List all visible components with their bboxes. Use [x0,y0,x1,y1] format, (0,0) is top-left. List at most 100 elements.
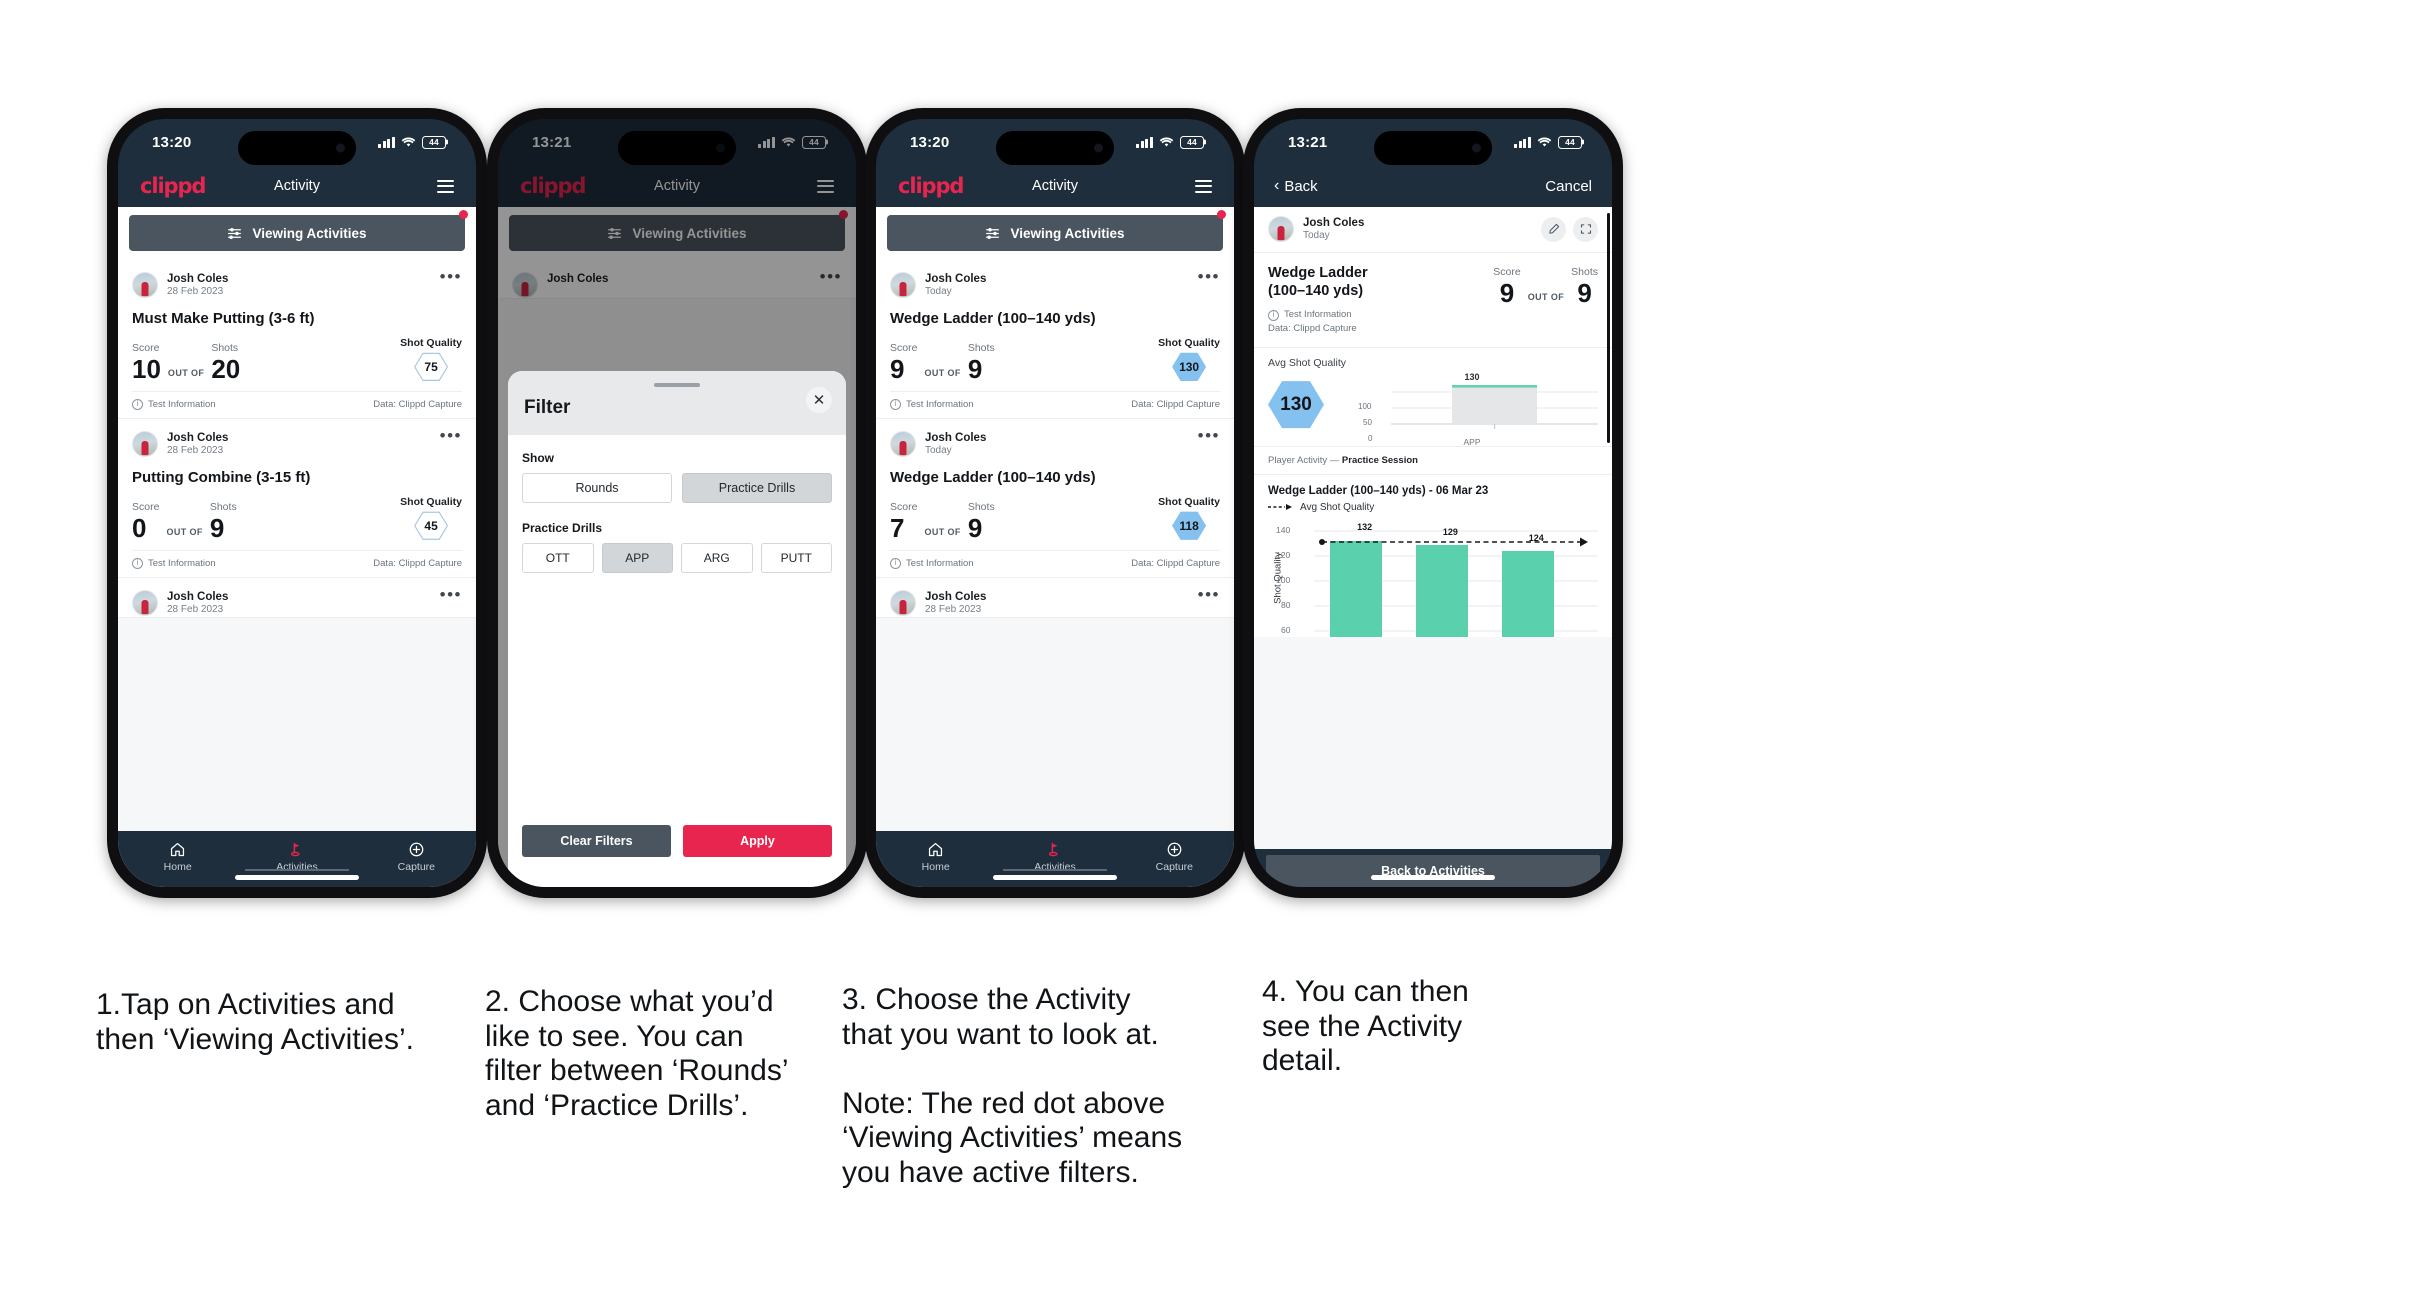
card-overflow-menu-icon[interactable]: ••• [1198,268,1220,285]
card-overflow-menu-icon[interactable]: ••• [1198,427,1220,444]
wifi-icon [1159,137,1174,147]
shot-quality-label: Shot Quality [400,336,462,349]
card-user-name: Josh Coles [925,590,987,603]
menu-icon[interactable] [437,179,454,193]
filter-bar: Viewing Activities [118,207,476,260]
page-title: Activity [1032,178,1078,194]
card-overflow-menu-icon[interactable]: ••• [440,268,462,285]
tab-home[interactable]: Home [118,841,237,873]
page-title: Activity [274,178,320,194]
show-option-practice-drills[interactable]: Practice Drills [682,473,832,503]
data-source-label: Data: Clippd Capture [1268,323,1357,335]
pencil-icon[interactable] [1541,216,1566,242]
card-overflow-menu-icon[interactable]: ••• [440,427,462,444]
phone-activity-detail: 13:21 44 ‹ Back Cancel Josh Coles Today … [1243,108,1623,898]
back-to-activities-wrap: Back to Activities [1254,849,1612,887]
ytick-140: 140 [1276,524,1291,535]
viewing-activities-label: Viewing Activities [1010,225,1125,241]
legend-label: Avg Shot Quality [1300,501,1375,513]
avatar [132,430,158,457]
mini-ytick-0: 0 [1368,433,1373,443]
tab-capture[interactable]: Capture [357,841,476,873]
card-date: 28 Feb 2023 [925,604,982,616]
session-bar-chart-svg [1314,530,1598,637]
shots-value: 9 [967,512,983,543]
info-icon: i [1268,309,1279,321]
scrollbar[interactable] [1607,213,1610,443]
detail-title: Wedge Ladder (100–140 yds) [1268,264,1368,299]
test-information-label: Test Information [148,557,216,569]
card-user-name: Josh Coles [167,431,229,444]
app-bar: clippd Activity [876,165,1234,207]
activity-card[interactable]: Josh Coles 28 Feb 2023 ••• Putting Combi… [118,418,476,578]
close-icon[interactable]: ✕ [806,387,832,413]
caption-step-1: 1.Tap on Activities and then ‘Viewing Ac… [96,988,414,1056]
apply-button[interactable]: Apply [683,825,832,857]
out-of-label: OUT OF [1527,291,1565,302]
back-to-activities-button[interactable]: Back to Activities [1266,855,1600,887]
ytick-120: 120 [1276,549,1291,560]
clippd-logo[interactable]: clippd [140,174,206,198]
card-overflow-menu-icon[interactable]: ••• [1198,586,1220,603]
battery-icon: 44 [422,135,446,149]
shot-quality-label: Shot Quality [400,495,462,508]
activity-card[interactable]: Josh Coles Today ••• Wedge Ladder (100–1… [876,418,1234,578]
drill-chip-app[interactable]: APP [601,543,673,573]
battery-level: 44 [1187,137,1197,147]
info-icon: i [890,398,901,410]
card-overflow-menu-icon[interactable]: ••• [440,586,462,603]
drill-chip-putt[interactable]: PUTT [760,543,832,573]
player-activity-strip: Player Activity — Practice Session [1254,445,1612,474]
filter-sliders-icon [986,227,1000,239]
player-activity-value: Practice Session [1341,454,1418,466]
bar-label-3: 124 [1528,532,1544,543]
score-label: Score [890,341,918,354]
activity-card[interactable]: Josh Coles 28 Feb 2023 ••• [118,577,476,618]
sheet-grabber[interactable] [654,383,700,387]
score-label: Score [132,500,160,513]
activity-card[interactable]: Josh Coles 28 Feb 2023 ••• [876,577,1234,618]
drill-chip-ott[interactable]: OTT [522,543,594,573]
show-option-rounds[interactable]: Rounds [522,473,672,503]
shots-label: Shots [211,341,239,354]
card-user-name: Josh Coles [167,590,229,603]
activity-card[interactable]: Josh Coles 28 Feb 2023 ••• Must Make Put… [118,260,476,419]
active-tab-underline [245,869,349,871]
wifi-icon [401,137,416,147]
test-information-label: Test Information [1284,309,1352,321]
show-segmented-control: Rounds Practice Drills [522,473,832,503]
player-activity-prefix: Player Activity — [1268,454,1342,466]
avg-shot-quality-block: Avg Shot Quality 130 100 50 0 130 APP [1254,346,1612,447]
card-date: 28 Feb 2023 [167,604,224,616]
avatar [890,430,916,457]
caption-step-2: 2. Choose what you’d like to see. You ca… [485,985,789,1122]
avg-shot-quality-label: Avg Shot Quality [1268,356,1347,369]
tab-capture[interactable]: Capture [1115,841,1234,873]
clippd-logo[interactable]: clippd [898,174,964,198]
clear-filters-button[interactable]: Clear Filters [522,825,671,857]
drill-chip-arg[interactable]: ARG [681,543,753,573]
home-indicator[interactable] [235,875,359,880]
caption-step-4: 4. You can then see the Activity detail. [1262,975,1469,1077]
menu-icon[interactable] [1195,179,1212,193]
tab-home[interactable]: Home [876,841,995,873]
detail-user-name: Josh Coles [1303,217,1365,229]
card-date: 28 Feb 2023 [167,445,224,457]
tab-label: Activities [1034,861,1076,873]
mini-ytick-100: 100 [1358,401,1372,411]
activity-card-list[interactable]: Josh Coles 28 Feb 2023 ••• Must Make Put… [118,260,476,831]
expand-icon[interactable] [1573,216,1598,242]
cancel-button[interactable]: Cancel [1545,178,1592,195]
back-button[interactable]: ‹ Back [1274,178,1318,195]
home-icon [171,842,185,857]
viewing-activities-button[interactable]: Viewing Activities [129,215,465,251]
activity-card-list[interactable]: Josh Coles Today ••• Wedge Ladder (100–1… [876,260,1234,831]
back-label: Back [1284,177,1318,195]
viewing-activities-button[interactable]: Viewing Activities [887,215,1223,251]
card-user-name: Josh Coles [167,273,229,285]
home-indicator[interactable] [993,875,1117,880]
activity-card[interactable]: Josh Coles Today ••• Wedge Ladder (100–1… [876,260,1234,419]
info-icon: i [132,398,143,410]
home-indicator[interactable] [1371,875,1495,880]
card-date: Today [925,286,952,298]
